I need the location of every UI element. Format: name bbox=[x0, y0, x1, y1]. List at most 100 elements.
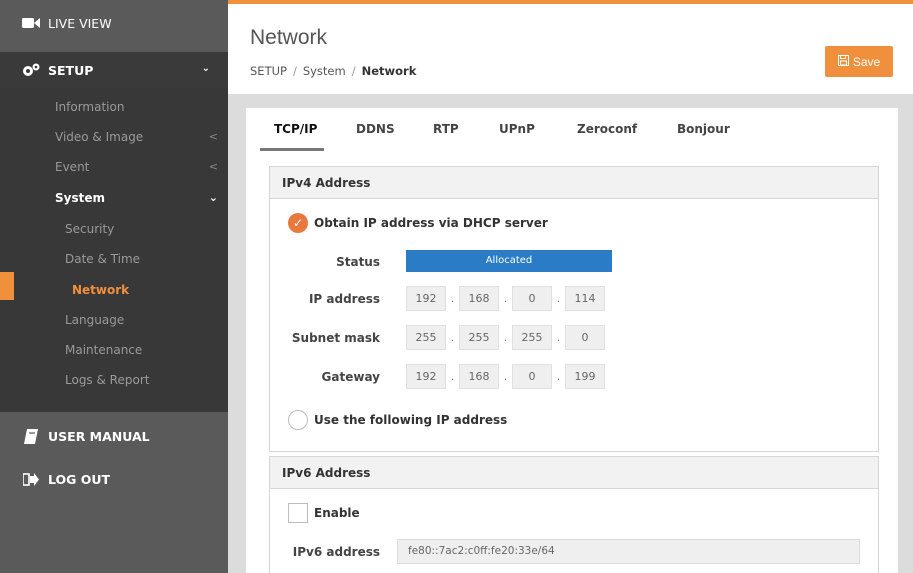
ipv6-panel-title: IPv6 Address bbox=[270, 457, 878, 489]
tab-zeroconf[interactable]: Zeroconf bbox=[577, 122, 637, 136]
ipv4-panel-title: IPv4 Address bbox=[270, 167, 878, 199]
status-value-bar: Allocated bbox=[406, 250, 612, 272]
sidebar-log-out[interactable]: LOG OUT bbox=[0, 463, 228, 495]
sidebar-user-manual[interactable]: USER MANUAL bbox=[0, 420, 228, 452]
subnet-octet-input[interactable]: 255 bbox=[406, 325, 446, 350]
tab-rtp[interactable]: RTP bbox=[433, 122, 459, 136]
octet-separator: . bbox=[503, 370, 508, 383]
active-item-indicator bbox=[0, 272, 14, 300]
radio-checked-icon[interactable]: ✓ bbox=[288, 213, 308, 233]
octet-separator: . bbox=[556, 331, 561, 344]
ip-octet-input[interactable]: 192 bbox=[406, 286, 446, 311]
dhcp-radio-option[interactable]: ✓ Obtain IP address via DHCP server bbox=[288, 213, 548, 233]
static-ip-radio-option[interactable]: Use the following IP address bbox=[288, 410, 507, 430]
setup-submenu: Information Video & Image < Event < Syst… bbox=[0, 88, 228, 412]
sidebar-setup-label: SETUP bbox=[48, 62, 94, 78]
settings-card: TCP/IP DDNS RTP UPnP Zeroconf Bonjour IP… bbox=[246, 108, 898, 573]
tab-upnp[interactable]: UPnP bbox=[499, 122, 535, 136]
subnet-octet-input[interactable]: 255 bbox=[512, 325, 552, 350]
sidebar-item-label: Date & Time bbox=[65, 252, 141, 266]
subnet-mask-field: 255. 255. 255. 0 bbox=[406, 325, 605, 350]
octet-separator: . bbox=[503, 292, 508, 305]
sidebar-user-manual-label: USER MANUAL bbox=[48, 428, 150, 444]
sidebar-item-label: Event bbox=[55, 160, 90, 174]
sidebar-item-system[interactable]: System ⌄ bbox=[0, 183, 228, 213]
tab-bar: TCP/IP DDNS RTP UPnP Zeroconf Bonjour bbox=[246, 108, 898, 152]
gateway-field: 192. 168. 0. 199 bbox=[406, 364, 605, 389]
radio-unchecked-icon[interactable] bbox=[288, 410, 308, 430]
sidebar-item-information[interactable]: Information bbox=[0, 92, 228, 122]
sidebar-item-label: Network bbox=[72, 283, 130, 297]
ipv4-panel: IPv4 Address ✓ Obtain IP address via DHC… bbox=[269, 166, 879, 452]
tab-tcpip[interactable]: TCP/IP bbox=[274, 122, 317, 136]
sidebar-item-label: Video & Image bbox=[55, 130, 144, 144]
dhcp-radio-label: Obtain IP address via DHCP server bbox=[314, 216, 548, 230]
sidebar-item-network[interactable]: Network bbox=[0, 275, 228, 305]
octet-separator: . bbox=[556, 370, 561, 383]
ipv6-panel: IPv6 Address Enable IPv6 address fe80::7… bbox=[269, 456, 879, 573]
sidebar-item-language[interactable]: Language bbox=[0, 305, 228, 335]
ip-address-label: IP address bbox=[308, 292, 380, 306]
ip-octet-input[interactable]: 114 bbox=[565, 286, 605, 311]
sidebar-item-label: System bbox=[55, 191, 105, 205]
tab-ddns[interactable]: DDNS bbox=[356, 122, 395, 136]
sidebar: LIVE VIEW SETUP ⌄ Information Video & Im… bbox=[0, 0, 228, 573]
sidebar-item-video-image[interactable]: Video & Image < bbox=[0, 122, 228, 152]
gears-icon bbox=[22, 63, 40, 77]
subnet-mask-label: Subnet mask bbox=[291, 331, 380, 345]
gateway-octet-input[interactable]: 192 bbox=[406, 364, 446, 389]
chevron-left-icon: < bbox=[208, 130, 218, 143]
book-icon bbox=[22, 428, 40, 444]
sidebar-item-label: Language bbox=[65, 313, 125, 327]
breadcrumb-system[interactable]: System bbox=[303, 64, 346, 78]
save-button-label: Save bbox=[852, 54, 881, 69]
video-camera-icon bbox=[22, 16, 40, 30]
subnet-octet-input[interactable]: 255 bbox=[459, 325, 499, 350]
chevron-down-icon: ⌄ bbox=[208, 191, 218, 204]
ip-octet-input[interactable]: 168 bbox=[459, 286, 499, 311]
breadcrumb-separator: / bbox=[351, 64, 356, 78]
sidebar-item-label: Security bbox=[65, 222, 115, 236]
gateway-octet-input[interactable]: 199 bbox=[565, 364, 605, 389]
sidebar-item-date-time[interactable]: Date & Time bbox=[0, 244, 228, 274]
ipv6-address-field: fe80::7ac2:c0ff:fe20:33e/64 bbox=[397, 539, 860, 564]
page-title: Network bbox=[250, 26, 328, 49]
sidebar-log-out-label: LOG OUT bbox=[48, 471, 111, 487]
save-button[interactable]: Save bbox=[825, 46, 893, 77]
gateway-octet-input[interactable]: 168 bbox=[459, 364, 499, 389]
ipv6-enable-checkbox[interactable] bbox=[288, 503, 308, 523]
sidebar-item-security[interactable]: Security bbox=[0, 214, 228, 244]
ip-address-field: 192. 168. 0. 114 bbox=[406, 286, 605, 311]
page-header: Network SETUP / System / Network Save bbox=[228, 4, 913, 94]
subnet-octet-input[interactable]: 0 bbox=[565, 325, 605, 350]
octet-separator: . bbox=[450, 331, 455, 344]
chevron-down-icon: ⌄ bbox=[201, 63, 210, 74]
breadcrumb-setup[interactable]: SETUP bbox=[250, 64, 287, 78]
octet-separator: . bbox=[450, 370, 455, 383]
sidebar-item-label: Maintenance bbox=[65, 343, 143, 357]
sidebar-item-maintenance[interactable]: Maintenance bbox=[0, 335, 228, 365]
static-ip-radio-label: Use the following IP address bbox=[314, 413, 508, 427]
sidebar-setup[interactable]: SETUP ⌄ bbox=[0, 52, 228, 88]
tab-bonjour[interactable]: Bonjour bbox=[677, 122, 730, 136]
sidebar-item-label: Information bbox=[55, 100, 125, 114]
breadcrumb-separator: / bbox=[292, 64, 297, 78]
octet-separator: . bbox=[556, 292, 561, 305]
sidebar-live-view-label: LIVE VIEW bbox=[48, 15, 112, 31]
sidebar-live-view[interactable]: LIVE VIEW bbox=[0, 8, 228, 38]
sidebar-item-logs-report[interactable]: Logs & Report bbox=[0, 365, 228, 395]
ipv6-enable-label: Enable bbox=[314, 506, 360, 520]
floppy-disk-icon bbox=[837, 54, 849, 69]
gateway-octet-input[interactable]: 0 bbox=[512, 364, 552, 389]
ip-octet-input[interactable]: 0 bbox=[512, 286, 552, 311]
ipv6-address-label: IPv6 address bbox=[292, 545, 380, 559]
sign-out-icon bbox=[22, 472, 40, 486]
chevron-left-icon: < bbox=[208, 160, 218, 173]
content-area: TCP/IP DDNS RTP UPnP Zeroconf Bonjour IP… bbox=[228, 94, 913, 573]
gateway-label: Gateway bbox=[321, 370, 380, 384]
status-label: Status bbox=[336, 255, 380, 269]
sidebar-item-event[interactable]: Event < bbox=[0, 152, 228, 182]
ipv6-enable-option[interactable]: Enable bbox=[288, 503, 360, 523]
octet-separator: . bbox=[503, 331, 508, 344]
sidebar-item-label: Logs & Report bbox=[65, 373, 150, 387]
